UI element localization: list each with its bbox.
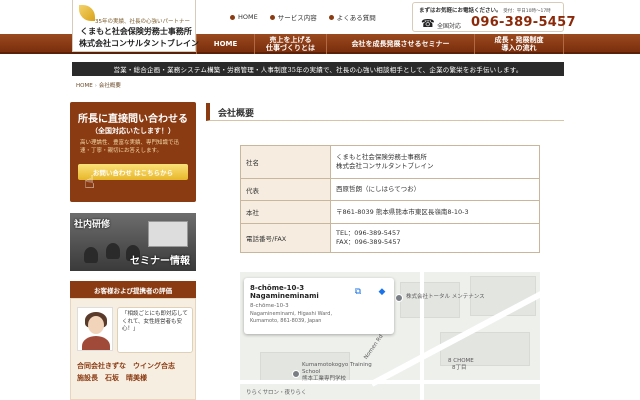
place-address-line2: Nagamineminami xyxy=(250,292,319,300)
map-poi-training-school-jp: 熊本工業専門学校 xyxy=(302,376,347,382)
map-poi-total-maintenance: 株式会社トータル メンテナンス xyxy=(406,294,485,300)
fax-value: FAX：096-389-5457 xyxy=(336,238,401,246)
phone-hours: 受付：平日10時〜17時 xyxy=(503,9,551,14)
top-nav-home[interactable]: HOME xyxy=(230,12,258,22)
tagline-banner: 営業・総合企画・業務システム構築・労務管理・人事制度35年の実績で、社長の心強い… xyxy=(72,62,564,76)
company-name-office: くまもと社会保険労務士事務所 xyxy=(336,153,427,161)
seminar-info-label: セミナー情報 xyxy=(130,256,190,267)
attendee-figure xyxy=(84,247,98,263)
place-address-full: Nagamineminami, Higashi Ward, Kumamoto, … xyxy=(250,311,333,324)
breadcrumb-current: 会社概要 xyxy=(98,83,121,89)
map-pin-icon[interactable] xyxy=(395,294,403,302)
map-place-card: 8-chōme-10-3 Nagamineminami 8-chōme-10-3… xyxy=(244,278,394,334)
testimonial-photo xyxy=(77,307,113,351)
place-address-sub: 8-chōme-10-3 xyxy=(250,303,289,309)
breadcrumb: HOME › 会社概要 xyxy=(76,81,121,89)
telephone-icon: ☎ xyxy=(421,17,435,30)
place-address-line1: 8-chōme-10-3 xyxy=(250,284,305,292)
pointing-hand-icon: ☝ xyxy=(84,172,95,193)
representative-value: 西原哲朗（にしはらてつお） xyxy=(330,178,540,201)
phone-label: 全国対応 xyxy=(437,23,462,30)
tel-value: TEL：096-389-5457 xyxy=(336,229,401,237)
testimonial-box: 「相談ごとにも即対応してくれて、女性経営者も安心！」 合同会社きずな ウイング合… xyxy=(70,298,196,400)
table-row: 代表 西原哲朗（にしはらてつお） xyxy=(240,178,540,201)
company-name-corp: 株式会社コンサルタントブレイン xyxy=(336,162,434,170)
bullet-icon xyxy=(230,14,235,20)
top-nav-faq[interactable]: よくある質問 xyxy=(328,12,376,22)
map-district-jp: 8丁目 xyxy=(452,365,467,371)
map-road-label: Nomen Rd xyxy=(363,333,385,361)
top-nav: HOME サービス内容 よくある質問 xyxy=(230,12,376,22)
testimonial-person: 施設長 石坂 晴美様 xyxy=(77,374,147,382)
site-header: 35年の実績、社長の心強いパートナー くまもと社会保険労務士事務所 株式会社コン… xyxy=(0,0,640,52)
table-row: 社名 くまもと社会保険労務士事務所 株式会社コンサルタントブレイン xyxy=(240,145,540,179)
breadcrumb-home[interactable]: HOME xyxy=(76,83,93,89)
phone-number[interactable]: 096-389-5457 xyxy=(471,15,576,30)
whiteboard-image xyxy=(148,221,188,247)
section-title: 会社概要 xyxy=(206,103,564,121)
map-district-en: 8 CHOME xyxy=(448,358,474,364)
main-nav-home[interactable]: HOME xyxy=(196,34,254,54)
headquarters-value: 〒861-8039 熊本県熊本市東区長嶺南8-10-3 xyxy=(330,200,540,224)
row-key-phone-fax: 電話番号/FAX xyxy=(240,223,331,253)
top-nav-services[interactable]: サービス内容 xyxy=(269,12,317,22)
map-poi-training-school: Kumamotokogyo Training School xyxy=(302,362,372,375)
leaf-logo-icon xyxy=(79,5,95,21)
logo-name-office: くまもと社会保険労務士事務所 xyxy=(80,27,192,36)
logo-tagline: 35年の実績、社長の心強いパートナー xyxy=(95,19,190,25)
open-in-maps-icon[interactable]: ⧉ xyxy=(352,286,364,298)
table-row: 本社 〒861-8039 熊本県熊本市東区長嶺南8-10-3 xyxy=(240,200,540,224)
site-logo[interactable]: 35年の実績、社長の心強いパートナー くまもと社会保険労務士事務所 株式会社コン… xyxy=(72,0,199,52)
testimonial-quote: 「相談ごとにも即対応してくれて、女性経営者も安心！」 xyxy=(117,307,193,353)
seminar-banner[interactable]: 社内研修 セミナー情報 xyxy=(70,213,196,271)
phone-contact-box[interactable]: まずはお気軽にお電話ください。 受付：平日10時〜17時 ☎ 全国対応 096-… xyxy=(412,2,576,32)
company-info-table: 社名 くまもと社会保険労務士事務所 株式会社コンサルタントブレイン 代表 西原哲朗… xyxy=(240,145,540,253)
row-key-representative: 代表 xyxy=(240,178,331,201)
contact-description: 高い理論性、豊富な実績、専門知識で迅速・丁寧・親切にお答えします。 xyxy=(80,140,180,154)
breadcrumb-separator: › xyxy=(94,83,97,89)
map-poi-salon: りらくサロン・夜りらく xyxy=(246,390,307,396)
row-key-headquarters: 本社 xyxy=(240,200,331,224)
attendee-figure xyxy=(106,243,120,259)
contact-subtitle: （全国対応いたします！） xyxy=(91,127,175,135)
row-key-company-name: 社名 xyxy=(240,145,331,179)
seminar-title: 社内研修 xyxy=(74,220,111,230)
main-nav-seminar[interactable]: 会社を成長発展させるセミナー xyxy=(326,34,474,54)
bullet-icon xyxy=(328,14,334,20)
contact-title: 所長に直接問い合わせる xyxy=(78,114,188,125)
phone-prompt: まずはお気軽にお電話ください。 xyxy=(419,8,502,14)
map-pin-icon[interactable] xyxy=(292,370,300,378)
bullet-icon xyxy=(269,14,275,20)
testimonial-heading: お客様および提携者の評価 xyxy=(70,281,196,298)
google-map[interactable]: 株式会社トータル メンテナンス Kumamotokogyo Training S… xyxy=(240,272,540,400)
main-nav-growth-system[interactable]: 成長・発展制度 導入の流れ xyxy=(474,34,564,54)
testimonial-organization: 合同会社きずな ウイング合志 xyxy=(77,362,175,370)
contact-director-box: 所長に直接問い合わせる （全国対応いたします！） 高い理論性、豊富な実績、専門知… xyxy=(70,102,196,202)
directions-icon[interactable]: ◆ xyxy=(376,286,388,298)
logo-name-company: 株式会社コンサルタントブレイン xyxy=(79,39,199,48)
main-nav-sales[interactable]: 売上を上げる 仕事づくりとは xyxy=(254,34,326,54)
table-row: 電話番号/FAX TEL：096-389-5457 FAX：096-389-545… xyxy=(240,223,540,253)
